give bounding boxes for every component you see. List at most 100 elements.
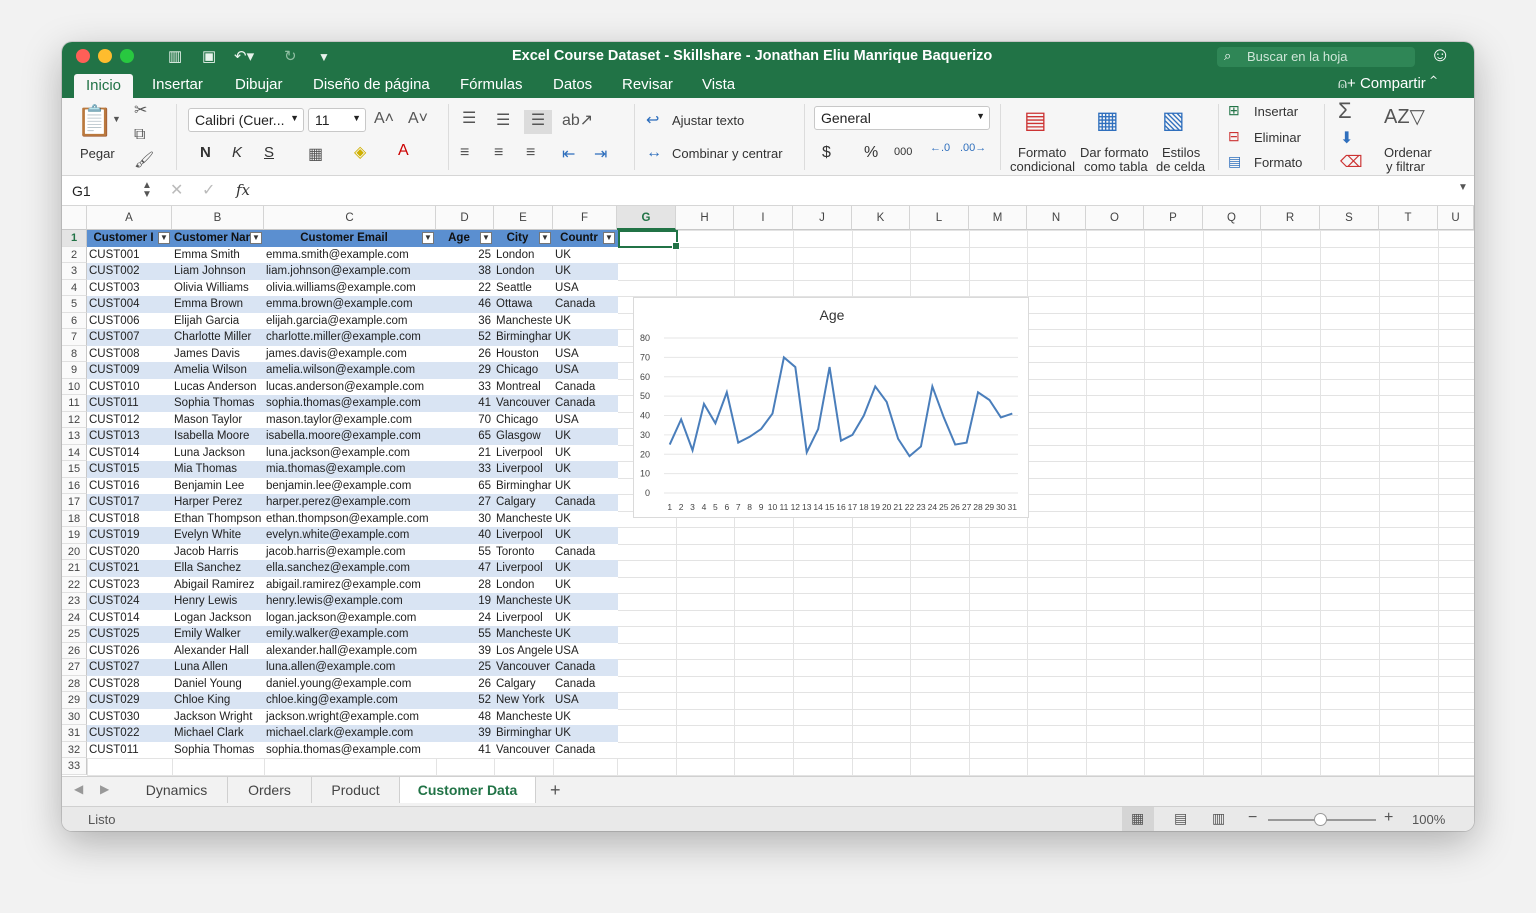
align-bottom-icon[interactable]: ☰ bbox=[524, 110, 552, 134]
column-header-d[interactable]: D bbox=[436, 206, 494, 230]
column-header-h[interactable]: H bbox=[676, 206, 734, 230]
select-all-corner[interactable] bbox=[62, 206, 87, 230]
autosum-icon[interactable]: Σ bbox=[1338, 98, 1352, 124]
table-cell[interactable]: Canada bbox=[553, 296, 617, 313]
table-cell[interactable]: james.davis@example.com bbox=[264, 346, 436, 363]
table-cell[interactable]: CUST003 bbox=[87, 280, 172, 297]
table-cell[interactable]: michael.clark@example.com bbox=[264, 725, 436, 742]
format-painter-icon[interactable]: 🖌 bbox=[134, 150, 154, 170]
zoom-window-button[interactable] bbox=[120, 49, 134, 63]
sheet-tab-dynamics[interactable]: Dynamics bbox=[126, 777, 228, 803]
expand-formula-bar-icon[interactable]: ▼ bbox=[1458, 182, 1468, 193]
table-cell[interactable]: CUST002 bbox=[87, 263, 172, 280]
table-cell[interactable]: 22 bbox=[436, 280, 494, 297]
table-cell[interactable]: CUST014 bbox=[87, 610, 172, 627]
borders-icon[interactable]: ▦ bbox=[308, 144, 323, 164]
sidebar-toggle-icon[interactable]: ▥ bbox=[168, 47, 182, 65]
table-cell[interactable]: Daniel Young bbox=[172, 676, 264, 693]
page-break-view-icon[interactable]: ▥ bbox=[1212, 810, 1225, 827]
spreadsheet-grid[interactable]: ABCDEFGHIJKLMNOPQRSTU 1 2 3 4 5 6 7 8 9 10 11 12 13 1… bbox=[62, 206, 1474, 776]
row-header-6[interactable]: 6 bbox=[62, 312, 87, 329]
tab-vista[interactable]: Vista bbox=[702, 76, 735, 93]
table-cell[interactable]: UK bbox=[553, 478, 617, 495]
name-box-stepper-icon[interactable]: ▲ ▼ bbox=[142, 181, 152, 200]
sort-filter-label-1[interactable]: Ordenar bbox=[1384, 145, 1432, 160]
sort-filter-icon[interactable]: AZ▽ bbox=[1384, 104, 1425, 129]
active-cell-g1[interactable] bbox=[618, 230, 680, 250]
table-cell[interactable]: Canada bbox=[553, 494, 617, 511]
table-cell[interactable]: sophia.thomas@example.com bbox=[264, 742, 436, 759]
table-cell[interactable]: amelia.wilson@example.com bbox=[264, 362, 436, 379]
row-header-25[interactable]: 25 bbox=[62, 626, 87, 643]
table-cell[interactable]: Logan Jackson bbox=[172, 610, 264, 627]
row-header-3[interactable]: 3 bbox=[62, 263, 87, 280]
table-cell[interactable]: Canada bbox=[553, 544, 617, 561]
table-cell[interactable]: CUST027 bbox=[87, 659, 172, 676]
undo-icon[interactable]: ↶▾ bbox=[234, 47, 254, 65]
add-sheet-icon[interactable]: + bbox=[550, 780, 561, 801]
table-cell[interactable]: UK bbox=[553, 626, 617, 643]
row-header-28[interactable]: 28 bbox=[62, 675, 87, 692]
table-cell[interactable]: Charlotte Miller bbox=[172, 329, 264, 346]
table-cell[interactable]: Elijah Garcia bbox=[172, 313, 264, 330]
table-cell[interactable]: 55 bbox=[436, 626, 494, 643]
font-size-select[interactable]: 11 ▼ bbox=[308, 108, 366, 132]
table-cell[interactable]: Sophia Thomas bbox=[172, 742, 264, 759]
row-header-15[interactable]: 15 bbox=[62, 461, 87, 478]
row-header-1[interactable]: 1 bbox=[62, 230, 87, 247]
row-header-8[interactable]: 8 bbox=[62, 345, 87, 362]
table-cell[interactable]: UK bbox=[553, 709, 617, 726]
table-cell[interactable]: daniel.young@example.com bbox=[264, 676, 436, 693]
table-cell[interactable]: UK bbox=[553, 329, 617, 346]
table-cell[interactable]: Ella Sanchez bbox=[172, 560, 264, 577]
table-cell[interactable]: CUST015 bbox=[87, 461, 172, 478]
next-sheet-icon[interactable]: ▶ bbox=[100, 782, 109, 796]
table-cell[interactable]: chloe.king@example.com bbox=[264, 692, 436, 709]
table-cell[interactable]: 27 bbox=[436, 494, 494, 511]
table-cell[interactable]: CUST030 bbox=[87, 709, 172, 726]
filter-dropdown-icon[interactable]: ▼ bbox=[250, 232, 262, 244]
cell-styles-label-1[interactable]: Estilos bbox=[1162, 145, 1200, 160]
underline-button[interactable]: S bbox=[264, 144, 274, 161]
save-icon[interactable]: ▣ bbox=[202, 47, 216, 65]
table-cell[interactable]: 52 bbox=[436, 329, 494, 346]
zoom-level[interactable]: 100% bbox=[1412, 812, 1445, 827]
table-cell[interactable]: Chicago bbox=[494, 412, 553, 429]
format-cells-button[interactable]: Formato bbox=[1254, 155, 1302, 170]
table-cell[interactable]: emma.smith@example.com bbox=[264, 247, 436, 264]
column-header-s[interactable]: S bbox=[1320, 206, 1379, 230]
table-cell[interactable]: Los Angeles bbox=[494, 643, 553, 660]
page-layout-view-icon[interactable]: ▤ bbox=[1174, 810, 1187, 827]
font-name-select[interactable]: Calibri (Cuer... ▼ bbox=[188, 108, 304, 132]
wrap-text-button[interactable]: Ajustar texto bbox=[672, 113, 744, 128]
table-cell[interactable]: CUST024 bbox=[87, 593, 172, 610]
column-header-j[interactable]: J bbox=[793, 206, 852, 230]
delete-cells-icon[interactable]: ⊟ bbox=[1228, 128, 1240, 145]
tab-datos[interactable]: Datos bbox=[553, 76, 592, 93]
table-cell[interactable]: 33 bbox=[436, 379, 494, 396]
table-cell[interactable]: USA bbox=[553, 346, 617, 363]
clear-icon[interactable]: ⌫ bbox=[1340, 152, 1363, 172]
table-cell[interactable]: Michael Clark bbox=[172, 725, 264, 742]
table-cell[interactable]: Mancheste bbox=[494, 511, 553, 528]
row-header-33[interactable]: 33 bbox=[62, 758, 87, 775]
decrease-font-icon[interactable]: A˅ bbox=[408, 110, 428, 128]
table-cell[interactable]: lucas.anderson@example.com bbox=[264, 379, 436, 396]
cut-icon[interactable]: ✂ bbox=[134, 100, 147, 120]
column-header-p[interactable]: P bbox=[1144, 206, 1203, 230]
tab-dibujar[interactable]: Dibujar bbox=[235, 76, 283, 93]
filter-dropdown-icon[interactable]: ▼ bbox=[158, 232, 170, 244]
column-header-m[interactable]: M bbox=[969, 206, 1027, 230]
table-cell[interactable]: 21 bbox=[436, 445, 494, 462]
bold-button[interactable]: N bbox=[200, 144, 211, 161]
table-cell[interactable]: isabella.moore@example.com bbox=[264, 428, 436, 445]
row-header-32[interactable]: 32 bbox=[62, 741, 87, 758]
table-cell[interactable]: Canada bbox=[553, 676, 617, 693]
row-header-30[interactable]: 30 bbox=[62, 708, 87, 725]
table-cell[interactable]: CUST029 bbox=[87, 692, 172, 709]
table-cell[interactable]: Mason Taylor bbox=[172, 412, 264, 429]
sheet-tab-product[interactable]: Product bbox=[312, 777, 400, 803]
table-cell[interactable]: jackson.wright@example.com bbox=[264, 709, 436, 726]
percent-button[interactable]: % bbox=[864, 144, 878, 162]
row-header-16[interactable]: 16 bbox=[62, 477, 87, 494]
